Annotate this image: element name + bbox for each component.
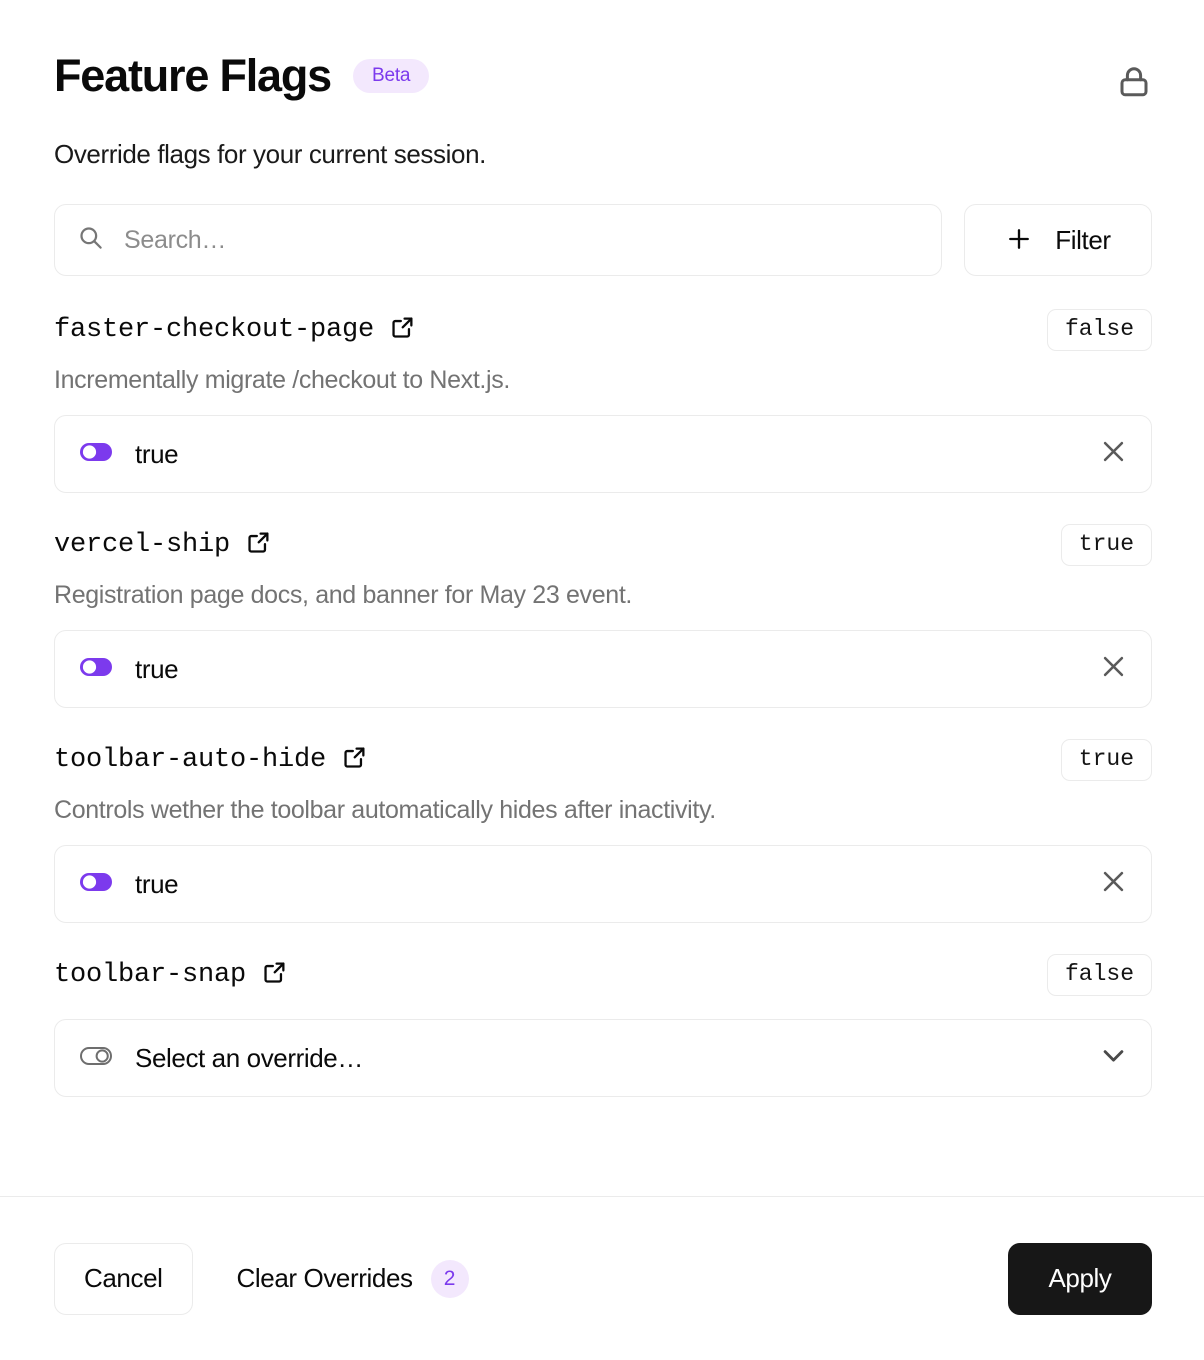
override-label: true <box>135 653 179 684</box>
override-label: Select an override… <box>135 1042 363 1073</box>
close-icon[interactable] <box>1098 651 1129 687</box>
flag-name: toolbar-auto-hide <box>54 745 327 775</box>
apply-button[interactable]: Apply <box>1008 1242 1152 1315</box>
flag-value-badge: false <box>1046 309 1152 351</box>
flag-name-group[interactable]: toolbar-snap <box>54 960 287 990</box>
toggle-on-icon <box>79 435 113 474</box>
search-box[interactable] <box>54 204 942 276</box>
override-value-group: true <box>79 435 179 474</box>
flag-header: toolbar-auto-hide true <box>54 736 1152 784</box>
flag-item: toolbar-auto-hide true Controls wether t… <box>54 736 1152 923</box>
clear-overrides-button[interactable]: Clear Overrides 2 <box>236 1259 469 1298</box>
filter-button[interactable]: Filter <box>964 204 1152 276</box>
flag-override-control[interactable]: true <box>54 415 1152 493</box>
search-row: Filter <box>0 170 1204 276</box>
flag-name: toolbar-snap <box>54 960 247 990</box>
flag-name-group[interactable]: faster-checkout-page <box>54 315 415 345</box>
override-count-badge: 2 <box>430 1259 469 1298</box>
panel-footer: Cancel Clear Overrides 2 Apply <box>0 1197 1204 1360</box>
override-value-group: true <box>79 650 179 689</box>
panel-subtitle: Override flags for your current session. <box>54 139 486 169</box>
flag-name: faster-checkout-page <box>54 315 375 345</box>
title-group: Feature Flags Beta <box>54 50 430 101</box>
flag-description: Registration page docs, and banner for M… <box>54 581 633 609</box>
flag-description: Controls wether the toolbar automaticall… <box>54 796 716 824</box>
external-link-icon[interactable] <box>342 745 367 775</box>
close-icon[interactable] <box>1098 866 1129 902</box>
flag-override-control[interactable]: true <box>54 630 1152 708</box>
plus-icon <box>1005 225 1033 256</box>
toggle-on-icon <box>79 650 113 689</box>
cancel-button[interactable]: Cancel <box>54 1242 193 1315</box>
flag-description: Incrementally migrate /checkout to Next.… <box>54 366 510 394</box>
toggle-on-icon <box>79 865 113 904</box>
flag-item: vercel-ship true Registration page docs,… <box>54 521 1152 708</box>
flag-override-control[interactable]: true <box>54 845 1152 923</box>
external-link-icon[interactable] <box>246 530 271 560</box>
filter-label: Filter <box>1055 224 1111 255</box>
external-link-icon[interactable] <box>262 960 287 990</box>
flag-name-group[interactable]: toolbar-auto-hide <box>54 745 367 775</box>
search-input[interactable] <box>124 225 919 255</box>
lock-icon[interactable] <box>1116 64 1152 105</box>
feature-flags-panel: Feature Flags Beta Override flags for yo… <box>0 0 1204 1360</box>
clear-overrides-label: Clear Overrides <box>236 1263 413 1293</box>
flag-name-group[interactable]: vercel-ship <box>54 530 271 560</box>
flag-value-badge: false <box>1046 954 1152 996</box>
toggle-off-icon <box>79 1039 113 1078</box>
close-icon[interactable] <box>1098 436 1129 472</box>
override-label: true <box>135 868 179 899</box>
flag-item: faster-checkout-page false Incrementally… <box>54 306 1152 493</box>
flag-list: faster-checkout-page false Incrementally… <box>0 276 1204 1196</box>
override-value-group: true <box>79 865 179 904</box>
flag-header: toolbar-snap false <box>54 951 1152 999</box>
flag-value-badge: true <box>1060 524 1152 566</box>
chevron-down-icon[interactable] <box>1098 1040 1129 1076</box>
flag-header: vercel-ship true <box>54 521 1152 569</box>
flag-header: faster-checkout-page false <box>54 306 1152 354</box>
override-value-group: Select an override… <box>79 1039 363 1078</box>
flag-value-badge: true <box>1060 739 1152 781</box>
panel-header: Feature Flags Beta <box>0 0 1204 105</box>
flag-name: vercel-ship <box>54 530 231 560</box>
override-label: true <box>135 438 179 469</box>
flag-item: toolbar-snap false Select an override… <box>54 951 1152 1097</box>
page-title: Feature Flags <box>54 50 332 101</box>
beta-badge: Beta <box>353 59 430 94</box>
search-icon <box>77 224 104 256</box>
flag-override-select[interactable]: Select an override… <box>54 1019 1152 1097</box>
external-link-icon[interactable] <box>390 315 415 345</box>
